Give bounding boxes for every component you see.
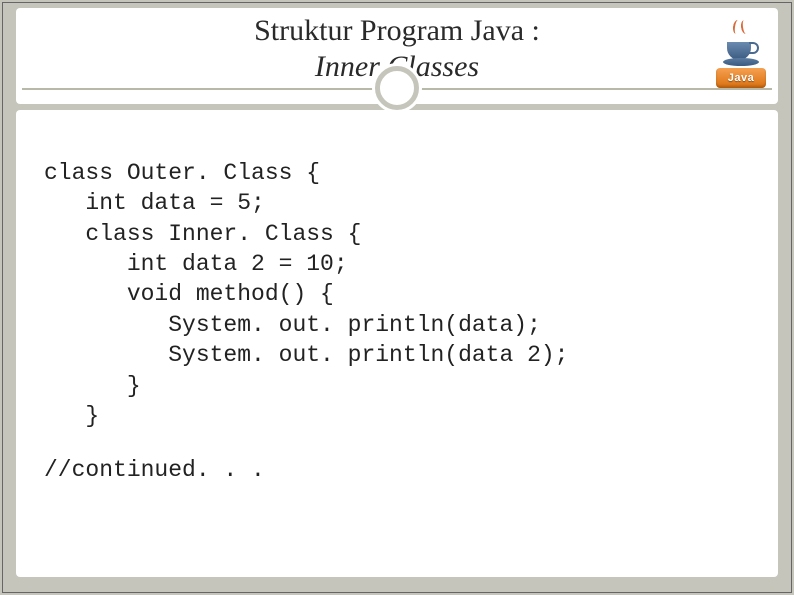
coffee-cup-icon <box>723 26 759 66</box>
code-line: } <box>44 373 141 399</box>
code-line: System. out. println(data); <box>44 312 541 338</box>
slide-title: Struktur Program Java : <box>16 14 778 48</box>
logo-text: Java <box>728 72 754 84</box>
steam-icon <box>731 20 751 36</box>
circle-decoration <box>375 66 419 110</box>
continued-comment: //continued. . . <box>44 457 750 483</box>
code-line: int data 2 = 10; <box>44 251 348 277</box>
content-panel: class Outer. Class { int data = 5; class… <box>16 110 778 577</box>
code-line: } <box>44 403 99 429</box>
code-line: void method() { <box>44 281 334 307</box>
code-block: class Outer. Class { int data = 5; class… <box>44 158 750 431</box>
logo-plate: Java <box>716 68 766 88</box>
saucer-icon <box>723 58 759 66</box>
java-logo: Java <box>712 10 770 88</box>
cup-handle-icon <box>749 42 759 54</box>
code-line: class Outer. Class { <box>44 160 320 186</box>
code-line: class Inner. Class { <box>44 221 361 247</box>
code-line: int data = 5; <box>44 190 265 216</box>
code-line: System. out. println(data 2); <box>44 342 569 368</box>
